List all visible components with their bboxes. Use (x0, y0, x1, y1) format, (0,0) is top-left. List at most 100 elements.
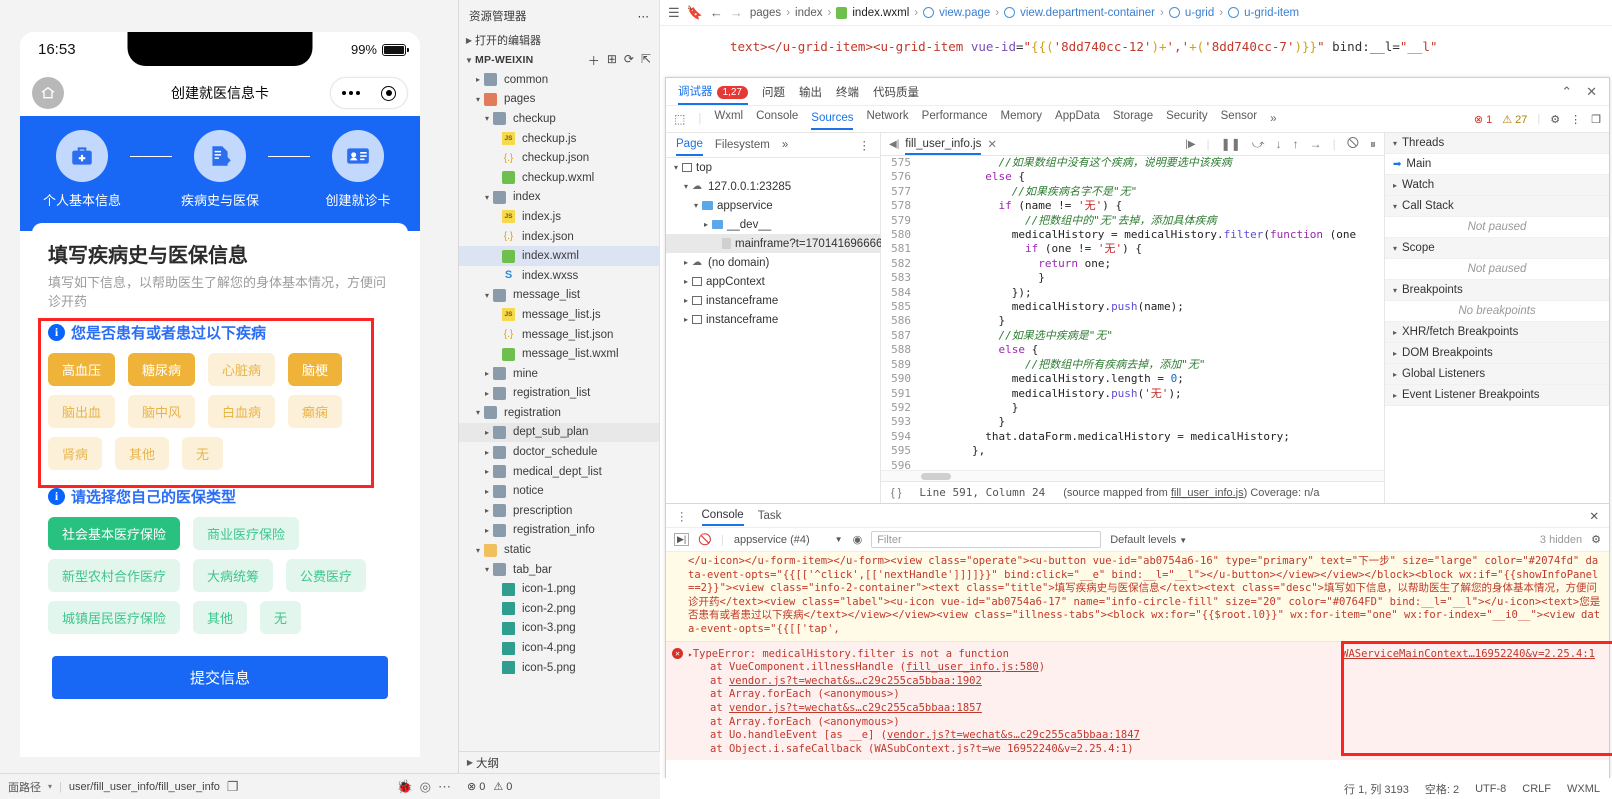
pause-on-exceptions-icon[interactable]: ⏸ (1370, 137, 1376, 152)
line-number[interactable]: 580 (881, 228, 919, 242)
tree-item-prescription[interactable]: ▸ prescription (459, 501, 659, 521)
debug-pane-breakpoints[interactable]: ▾ Breakpoints (1385, 280, 1609, 301)
devtools-tab-2[interactable]: 输出 (799, 84, 822, 100)
sources-tree-item-1[interactable]: ▾ ☁ 127.0.0.1:23285 (666, 177, 880, 196)
debug-pane-main[interactable]: ➡ Main (1385, 154, 1609, 175)
sources-tree-item-6[interactable]: ▸ appContext (666, 272, 880, 291)
chevron-right-icon[interactable]: ▸ (700, 220, 712, 229)
devtools-tab-4[interactable]: 代码质量 (873, 84, 919, 100)
line-number[interactable]: 595 (881, 444, 919, 458)
open-editors-section[interactable]: ▶ 打开的编辑器 (459, 30, 659, 50)
debug-pane-global-listeners[interactable]: ▸ Global Listeners (1385, 364, 1609, 385)
breadcrumb-segment-4[interactable]: view.department-container (1004, 7, 1155, 19)
chevron-right-icon[interactable]: |▶ (1185, 139, 1195, 150)
language-mode[interactable]: WXML (1567, 783, 1600, 795)
stack-frame-link[interactable]: vendor.js?t=wechat&s…c29c255ca5bbaa:1857 (729, 702, 982, 714)
chevron-right-icon[interactable]: ▸ (680, 296, 692, 305)
debug-pane-call-stack[interactable]: ▾ Call Stack (1385, 196, 1609, 217)
console-context-select[interactable]: appservice (#4) ▼ (733, 533, 844, 547)
submit-button[interactable]: 提交信息 (52, 655, 388, 699)
tree-item-message-list[interactable]: ▾ message_list (459, 286, 659, 306)
line-number[interactable]: 589 (881, 358, 919, 372)
cursor-select-icon[interactable]: ⬚ (674, 112, 685, 126)
console-levels-select[interactable]: Default levels ▼ (1110, 534, 1187, 546)
panel-tab-security[interactable]: Security (1166, 110, 1208, 128)
kebab-menu-icon[interactable]: ⋮ (1570, 113, 1581, 126)
chevron-right-icon[interactable]: ▸ (680, 277, 692, 286)
target-icon[interactable] (381, 85, 397, 101)
chevron-right-icon[interactable]: ▸ (472, 75, 484, 84)
tree-item-index[interactable]: ▾ index (459, 188, 659, 208)
panel-tab-console[interactable]: Console (756, 110, 798, 128)
line-number[interactable]: 587 (881, 329, 919, 343)
step-over-icon[interactable]: ⤻ (1252, 137, 1265, 152)
sources-tree-item-8[interactable]: ▸ instanceframe (666, 310, 880, 329)
chevron-down-icon[interactable]: ▾ (481, 291, 493, 300)
collapse-icon[interactable]: ⇱ (641, 52, 651, 69)
tree-item-checkup[interactable]: ▾ checkup (459, 109, 659, 129)
line-number[interactable]: 585 (881, 300, 919, 314)
breadcrumb-segment-2[interactable]: index.wxml (836, 6, 909, 19)
chevron-right-double-icon[interactable]: » (782, 139, 788, 151)
line-number[interactable]: 594 (881, 430, 919, 444)
tree-item-static[interactable]: ▾ static (459, 540, 659, 560)
pause-icon[interactable]: ❚❚ (1221, 137, 1241, 151)
panel-tab-sources[interactable]: Sources (811, 112, 854, 130)
chevron-left-icon[interactable]: ◀| (889, 139, 899, 150)
step-3[interactable]: 创建就诊卡 (310, 130, 406, 209)
line-number[interactable]: 586 (881, 314, 919, 328)
tree-item-message-list-js[interactable]: JS message_list.js (459, 305, 659, 325)
close-icon[interactable]: ✕ (987, 137, 997, 151)
breadcrumb-segment-3[interactable]: view.page (923, 7, 990, 19)
deactivate-breakpoints-icon[interactable]: 🛇 (1347, 134, 1359, 155)
sources-tree-item-5[interactable]: ▸ ☁ (no domain) (666, 253, 880, 272)
more-icon[interactable]: ⋯ (438, 779, 451, 795)
tree-item-medical-dept-list[interactable]: ▸ medical_dept_list (459, 462, 659, 482)
tree-item-icon-2-png[interactable]: icon-2.png (459, 599, 659, 619)
panel-tab-appdata[interactable]: AppData (1055, 110, 1100, 128)
insurance-tag-2[interactable]: 新型农村合作医疗 (48, 558, 181, 592)
project-section[interactable]: ▼ MP-WEIXIN ＋ ⊞ ⟳ ⇱ (459, 50, 659, 70)
tree-item-registration-info[interactable]: ▸ registration_info (459, 521, 659, 541)
stack-frame-link[interactable]: vendor.js?t=wechat&s…c29c255ca5bbaa:1847 (887, 729, 1140, 741)
chevron-down-icon[interactable]: ▾ (481, 565, 493, 574)
kebab-menu-icon[interactable]: ⋮ (676, 509, 688, 523)
chevron-right-icon[interactable]: ▸ (481, 448, 493, 457)
error-counter[interactable]: ⊗ 1 (1474, 113, 1492, 126)
chevron-right-icon[interactable]: ▸ (481, 389, 493, 398)
chevron-right-double-icon[interactable]: » (1270, 113, 1276, 125)
tree-item-mine[interactable]: ▸ mine (459, 364, 659, 384)
bug-icon[interactable]: 🐞 (396, 779, 412, 795)
code-horizontal-scrollbar[interactable] (881, 470, 1384, 481)
indent-spaces[interactable]: 空格: 2 (1425, 781, 1459, 797)
chevron-down-icon[interactable]: ▾ (472, 408, 484, 417)
debug-pane-scope[interactable]: ▾ Scope (1385, 238, 1609, 259)
line-number[interactable]: 590 (881, 372, 919, 386)
chevron-right-icon[interactable]: ▸ (481, 467, 493, 476)
format-braces-icon[interactable]: { } (891, 487, 901, 499)
chevron-right-icon[interactable]: ▶ (464, 758, 476, 767)
more-icon[interactable]: ⋯ (638, 9, 650, 23)
gear-icon[interactable]: ⚙ (1550, 113, 1560, 126)
chevron-up-icon[interactable]: ⌃ (1561, 84, 1572, 100)
panel-tab-sensor[interactable]: Sensor (1221, 110, 1257, 128)
step-out-icon[interactable]: ↑ (1293, 137, 1299, 151)
editor-code-preview[interactable]: text></u-grid-item><u-grid-item vue-id="… (660, 26, 1612, 75)
chevron-right-icon[interactable]: ▸ (680, 315, 692, 324)
chevron-down-icon[interactable]: ▾ (670, 163, 682, 172)
devtools-tab-0[interactable]: 调试器 1,27 (678, 83, 748, 105)
chevron-right-icon[interactable]: ▶ (463, 36, 475, 45)
breadcrumb-segment-6[interactable]: u-grid-item (1228, 7, 1299, 19)
panel-tab-network[interactable]: Network (866, 110, 908, 128)
line-number[interactable]: 582 (881, 257, 919, 271)
chevron-down-icon[interactable]: ▼ (463, 56, 475, 65)
dock-icon[interactable]: ❐ (1591, 113, 1601, 126)
tree-item-dept-sub-plan[interactable]: ▸ dept_sub_plan (459, 422, 659, 443)
eye-icon[interactable]: ◉ (853, 533, 863, 546)
arrow-left-icon[interactable]: ← (710, 5, 723, 20)
debug-pane-threads[interactable]: ▾ Threads (1385, 133, 1609, 154)
step-1[interactable]: 个人基本信息 (34, 130, 130, 209)
panel-tab-memory[interactable]: Memory (1001, 110, 1043, 128)
step-2[interactable]: 疾病史与医保 (172, 130, 268, 209)
tree-item-index-js[interactable]: JS index.js (459, 207, 659, 227)
